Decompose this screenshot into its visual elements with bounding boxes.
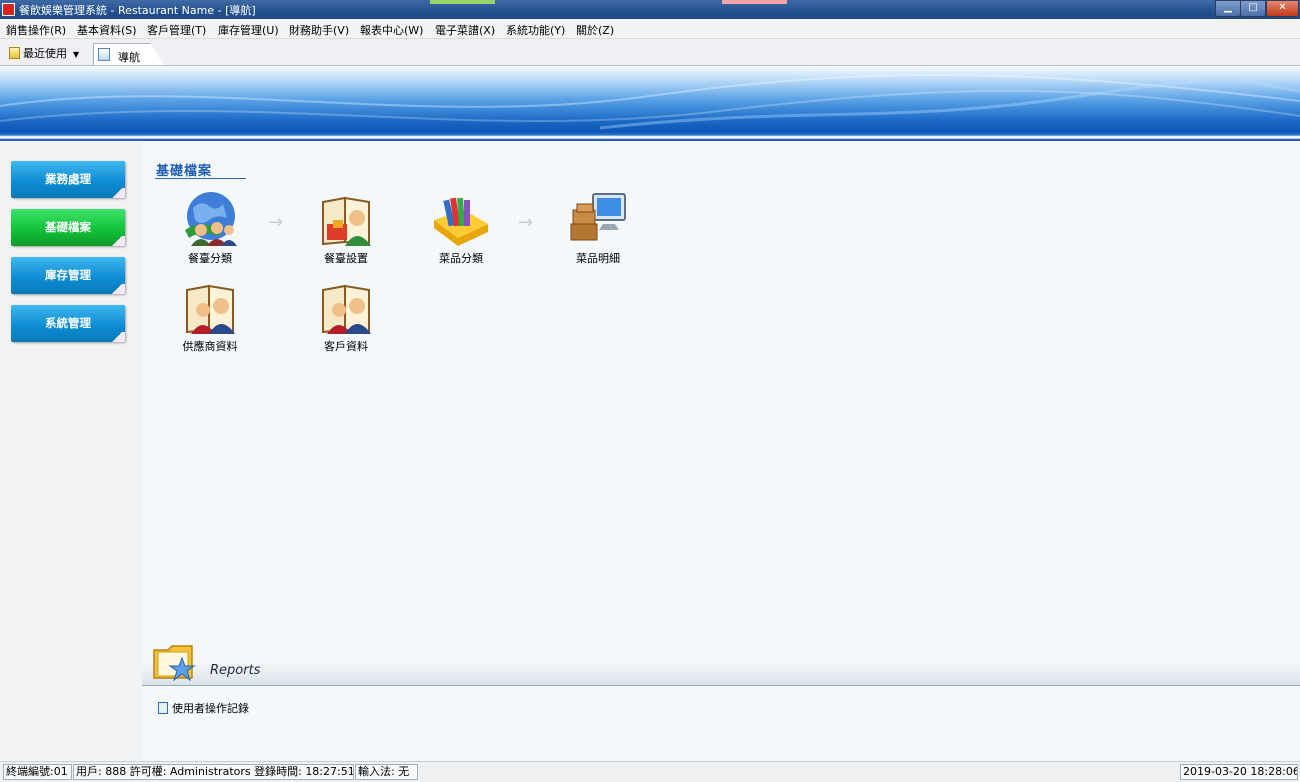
chevron-down-icon: ▼ (73, 50, 80, 59)
status-datetime: 2019-03-20 18:28:06 (1180, 764, 1298, 780)
item-label: 菜品分類 (439, 252, 483, 265)
menu-customer[interactable]: 客戶管理(T) (147, 22, 206, 38)
arrow-right-icon: → (268, 212, 284, 233)
titlebar-decoration (430, 0, 495, 4)
menu-reports[interactable]: 報表中心(W) (360, 22, 423, 38)
sidebar-item-basic-files[interactable]: 基礎檔案 (11, 209, 125, 246)
document-icon (98, 48, 110, 61)
section-title: 基礎檔案 (156, 164, 213, 179)
item-dish-details[interactable]: 菜品明細 (543, 190, 653, 266)
tab-navigation[interactable]: 導航 (93, 43, 164, 65)
sidebar-item-business[interactable]: 業務處理 (11, 161, 125, 198)
globe-users-icon (185, 192, 237, 246)
reports-header (142, 660, 1300, 686)
menu-system[interactable]: 系統功能(Y) (506, 22, 565, 38)
header-banner (0, 66, 1300, 141)
sidebar-item-system[interactable]: 系統管理 (11, 305, 125, 342)
item-dish-category[interactable]: 菜品分類 (406, 190, 516, 266)
menu-inventory[interactable]: 庫存管理(U) (218, 22, 279, 38)
page-curl (109, 284, 125, 294)
recent-icon (9, 47, 20, 59)
item-label: 餐臺分類 (188, 252, 232, 265)
book-user-icon (322, 196, 371, 246)
maximize-button[interactable]: □ (1240, 0, 1266, 17)
item-label: 客戶資料 (324, 340, 368, 353)
menu-basic[interactable]: 基本資料(S) (77, 22, 137, 38)
user-operation-log-link[interactable]: 使用者操作記錄 (158, 700, 249, 716)
book-users-icon (186, 284, 235, 334)
recent-dropdown[interactable]: 最近使用 ▼ (9, 45, 79, 61)
item-table-setup[interactable]: 餐臺設置 (291, 190, 401, 266)
menu-finance[interactable]: 財務助手(V) (289, 22, 349, 38)
status-bar: 終端編號:01 用戶: 888 許可權: Administrators 登錄時間… (0, 761, 1300, 782)
arrow-right-icon: → (518, 212, 534, 233)
close-button[interactable]: ✕ (1266, 0, 1299, 17)
book-users-icon (322, 284, 371, 334)
item-label: 餐臺設置 (324, 252, 368, 265)
item-label: 菜品明細 (576, 252, 620, 265)
sidebar-item-label: 系統管理 (45, 316, 91, 330)
status-user: 用戶: 888 許可權: Administrators 登錄時間: 18:27:… (73, 764, 354, 780)
item-customer-info[interactable]: 客戶資料 (291, 278, 401, 354)
boxes-monitor-icon (570, 193, 626, 241)
app-icon (2, 3, 15, 16)
report-icon (158, 702, 168, 714)
menu-sales[interactable]: 銷售操作(R) (6, 22, 66, 38)
sidebar-item-label: 基礎檔案 (45, 220, 91, 234)
status-terminal: 終端編號:01 (3, 764, 72, 780)
section-underline (155, 178, 246, 179)
sidebar-item-inventory[interactable]: 庫存管理 (11, 257, 125, 294)
page-curl (109, 332, 125, 342)
sidebar-item-label: 庫存管理 (45, 268, 91, 282)
titlebar-decoration (722, 0, 787, 4)
item-label: 供應商資料 (182, 340, 238, 353)
status-input-method: 輸入法: 无 (355, 764, 418, 780)
title-bar: 餐飲娛樂管理系統 - Restaurant Name - [導航] ▁ □ ✕ (0, 0, 1300, 19)
item-supplier-info[interactable]: 供應商資料 (155, 278, 265, 354)
menu-about[interactable]: 關於(Z) (576, 22, 614, 38)
menu-bar: 銷售操作(R) 基本資料(S) 客戶管理(T) 庫存管理(U) 財務助手(V) … (0, 19, 1300, 39)
sidebar-item-label: 業務處理 (45, 172, 91, 186)
tab-bar: 最近使用 ▼ 導航 (0, 39, 1300, 66)
menu-emenu[interactable]: 電子菜譜(X) (435, 22, 495, 38)
page-curl (109, 236, 125, 246)
banner-waves (0, 74, 1300, 130)
recent-label: 最近使用 (23, 47, 67, 60)
item-table-category[interactable]: 餐臺分類 (155, 190, 265, 266)
window-title: 餐飲娛樂管理系統 - Restaurant Name - [導航] (19, 4, 256, 17)
reports-title: Reports (210, 663, 261, 678)
books-tray-icon (434, 197, 488, 246)
tab-label: 導航 (118, 51, 140, 64)
report-link-label: 使用者操作記錄 (172, 702, 249, 715)
folder-star-icon (153, 645, 196, 682)
page-curl (109, 188, 125, 198)
minimize-button[interactable]: ▁ (1215, 0, 1241, 17)
